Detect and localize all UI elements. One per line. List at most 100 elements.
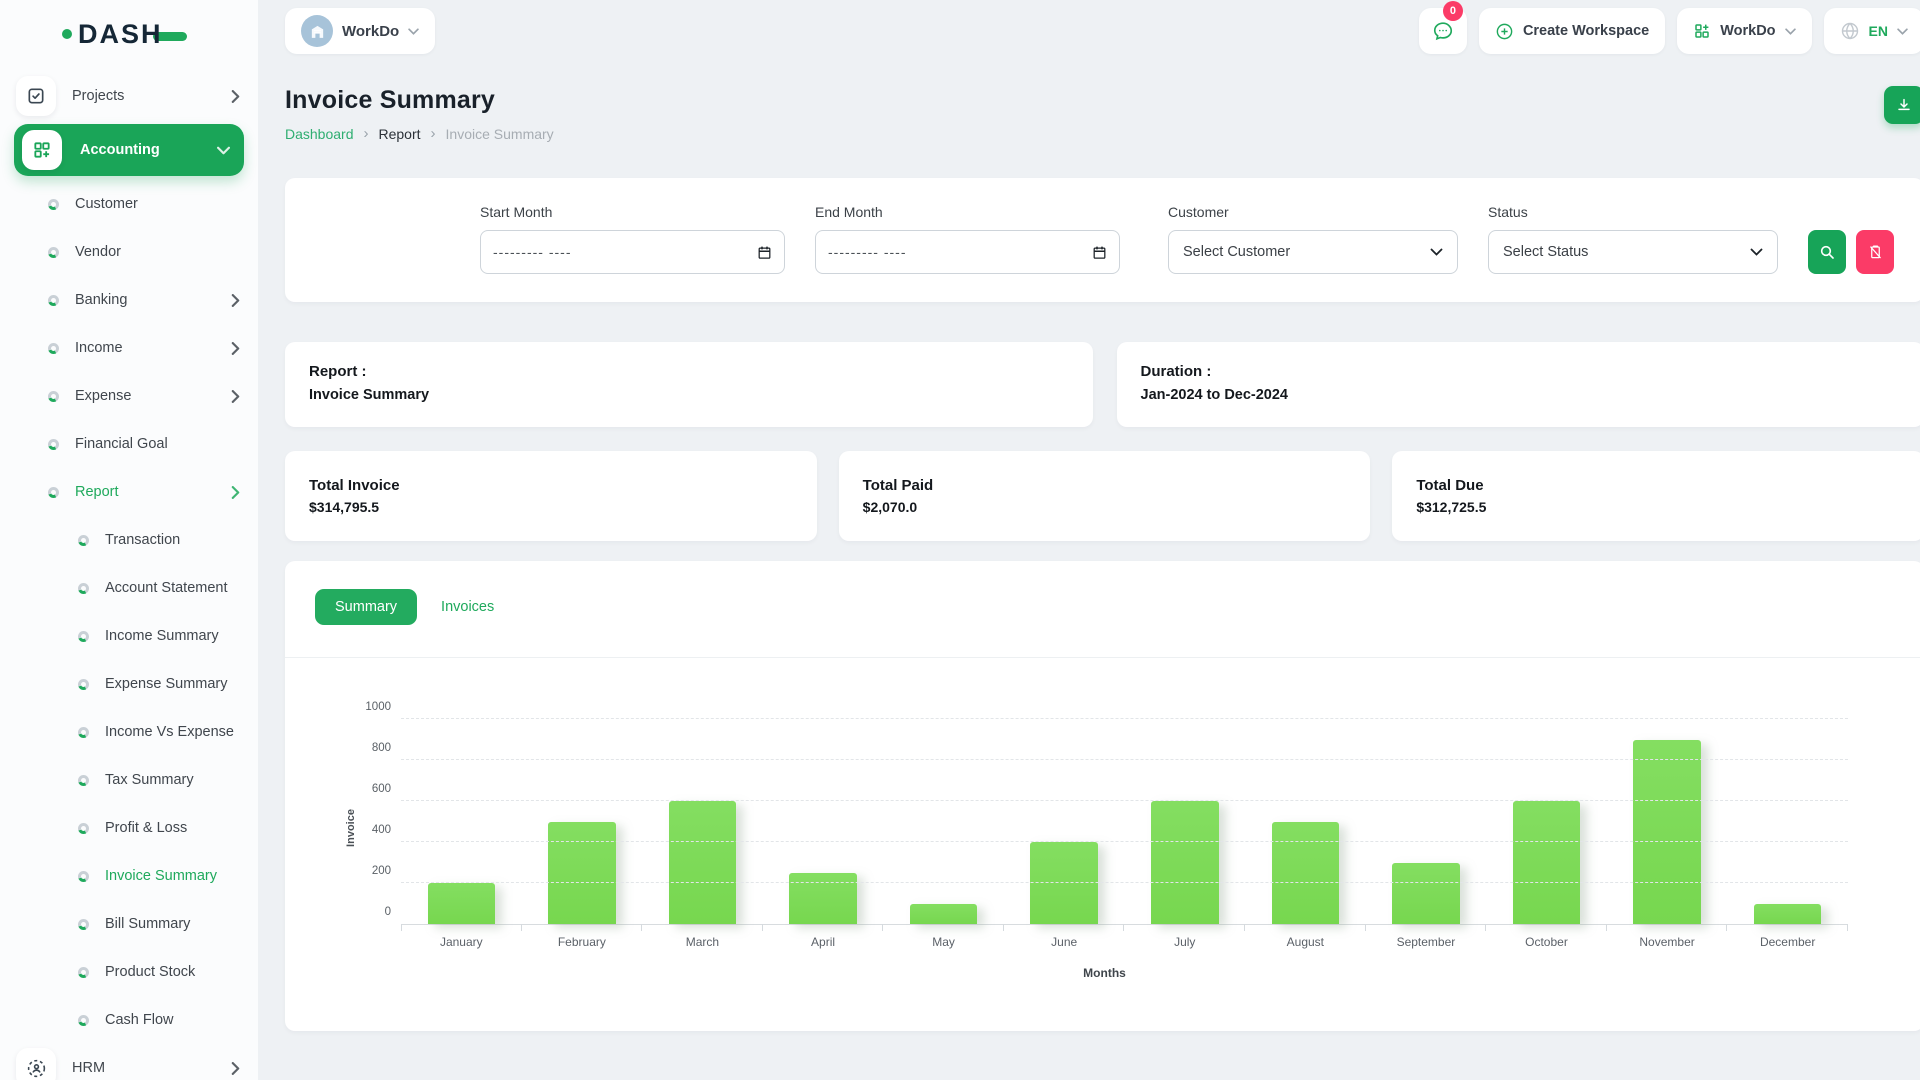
sidebar-item-product-stock[interactable]: Product Stock bbox=[0, 948, 258, 996]
chevron-right-icon bbox=[231, 1062, 240, 1075]
sidebar-item-account-statement[interactable]: Account Statement bbox=[0, 564, 258, 612]
reset-filter-button[interactable] bbox=[1856, 230, 1894, 274]
bar-october[interactable] bbox=[1513, 801, 1581, 924]
workspace-selector[interactable]: WorkDo bbox=[285, 8, 435, 54]
sidebar-item-income-vs-expense[interactable]: Income Vs Expense bbox=[0, 708, 258, 756]
sidebar-item-cash-flow[interactable]: Cash Flow bbox=[0, 996, 258, 1044]
duration-card: Duration : Jan-2024 to Dec-2024 bbox=[1117, 342, 1920, 427]
chevron-down-icon bbox=[1897, 28, 1908, 35]
sidebar-item-banking[interactable]: Banking bbox=[0, 276, 258, 324]
notification-badge: 0 bbox=[1443, 1, 1463, 21]
sidebar: DASH ProjectsAccountingCustomerVendorBan… bbox=[0, 0, 258, 1080]
end-month-field: End Month --------- ---- bbox=[815, 204, 1120, 274]
bullet-icon bbox=[48, 391, 59, 402]
topbar: WorkDo 0 Create Workspace WorkDo bbox=[285, 8, 1920, 54]
sidebar-item-invoice-summary[interactable]: Invoice Summary bbox=[0, 852, 258, 900]
sidebar-item-transaction[interactable]: Transaction bbox=[0, 516, 258, 564]
bullet-icon bbox=[78, 583, 89, 594]
chart-tabs: Summary Invoices bbox=[315, 589, 1894, 625]
hrm-icon bbox=[16, 1048, 56, 1080]
status-field: Status Select Status bbox=[1488, 204, 1778, 274]
bar-december[interactable] bbox=[1754, 904, 1822, 925]
gridline bbox=[401, 759, 1848, 760]
bar-slot-october bbox=[1486, 720, 1607, 924]
bar-november[interactable] bbox=[1633, 740, 1701, 925]
workdo-menu[interactable]: WorkDo bbox=[1677, 8, 1811, 54]
bar-february[interactable] bbox=[548, 822, 616, 925]
sidebar-item-tax-summary[interactable]: Tax Summary bbox=[0, 756, 258, 804]
bullet-icon bbox=[78, 631, 89, 642]
y-tick-label: 800 bbox=[349, 742, 391, 754]
bullet-icon bbox=[78, 679, 89, 690]
grid-plus-icon bbox=[22, 130, 62, 170]
sidebar-item-label: HRM bbox=[72, 1060, 105, 1076]
calendar-icon[interactable] bbox=[1092, 245, 1107, 260]
start-month-input[interactable]: --------- ---- bbox=[480, 230, 785, 274]
language-selector[interactable]: EN bbox=[1824, 8, 1920, 54]
bar-september[interactable] bbox=[1392, 863, 1460, 925]
status-select[interactable]: Select Status bbox=[1488, 230, 1778, 274]
chevron-right-icon bbox=[231, 390, 240, 403]
chevron-right-icon bbox=[231, 486, 240, 499]
invoice-bar-chart: Invoice 02004006008001000 bbox=[401, 720, 1848, 925]
sidebar-item-label: Report bbox=[75, 484, 119, 500]
sidebar-item-accounting[interactable]: Accounting bbox=[14, 124, 244, 176]
chevron-right-icon bbox=[231, 294, 240, 307]
sidebar-item-label: Account Statement bbox=[105, 580, 228, 596]
x-tick-label: April bbox=[763, 935, 884, 949]
bullet-icon bbox=[48, 247, 59, 258]
bar-july[interactable] bbox=[1151, 801, 1219, 924]
duration-label: Duration : bbox=[1141, 363, 1901, 380]
x-tick-label: May bbox=[883, 935, 1004, 949]
bar-april[interactable] bbox=[789, 873, 857, 924]
create-workspace-label: Create Workspace bbox=[1523, 23, 1649, 39]
bar-may[interactable] bbox=[910, 904, 978, 925]
sidebar-item-projects[interactable]: Projects bbox=[0, 72, 258, 120]
divider bbox=[285, 657, 1920, 658]
apply-filter-button[interactable] bbox=[1808, 230, 1846, 274]
sidebar-item-income-summary[interactable]: Income Summary bbox=[0, 612, 258, 660]
tab-invoices[interactable]: Invoices bbox=[427, 589, 508, 625]
sidebar-item-vendor[interactable]: Vendor bbox=[0, 228, 258, 276]
chevron-down-icon bbox=[1785, 28, 1796, 35]
tab-summary[interactable]: Summary bbox=[315, 589, 417, 625]
breadcrumb-current: Invoice Summary bbox=[446, 126, 554, 142]
x-tick-label: July bbox=[1124, 935, 1245, 949]
sidebar-item-profit-loss[interactable]: Profit & Loss bbox=[0, 804, 258, 852]
sidebar-item-hrm[interactable]: HRM bbox=[0, 1044, 258, 1080]
sidebar-item-income[interactable]: Income bbox=[0, 324, 258, 372]
chevron-down-icon bbox=[1430, 248, 1443, 256]
sidebar-item-expense[interactable]: Expense bbox=[0, 372, 258, 420]
building-icon bbox=[309, 23, 326, 40]
bar-august[interactable] bbox=[1272, 822, 1340, 925]
bar-slot-march bbox=[642, 720, 763, 924]
bar-january[interactable] bbox=[428, 883, 496, 924]
stats-row: Total Invoice $314,795.5 Total Paid $2,0… bbox=[285, 451, 1920, 541]
sidebar-item-report[interactable]: Report bbox=[0, 468, 258, 516]
sidebar-item-label: Financial Goal bbox=[75, 436, 168, 452]
bar-slot-april bbox=[763, 720, 884, 924]
end-month-input[interactable]: --------- ---- bbox=[815, 230, 1120, 274]
globe-icon bbox=[1840, 21, 1860, 41]
filter-panel: Start Month --------- ---- End Month ---… bbox=[285, 178, 1920, 302]
dash-logo[interactable]: DASH bbox=[0, 14, 258, 54]
bar-june[interactable] bbox=[1030, 842, 1098, 924]
sidebar-item-label: Income Vs Expense bbox=[105, 724, 234, 740]
create-workspace-button[interactable]: Create Workspace bbox=[1479, 8, 1665, 54]
checkbox-icon bbox=[16, 76, 56, 116]
notifications-button[interactable]: 0 bbox=[1419, 8, 1467, 54]
customer-select[interactable]: Select Customer bbox=[1168, 230, 1458, 274]
workdo-menu-label: WorkDo bbox=[1720, 23, 1775, 39]
bar-slot-august bbox=[1245, 720, 1366, 924]
sidebar-item-expense-summary[interactable]: Expense Summary bbox=[0, 660, 258, 708]
breadcrumb-dashboard[interactable]: Dashboard bbox=[285, 126, 354, 142]
sidebar-item-financial-goal[interactable]: Financial Goal bbox=[0, 420, 258, 468]
download-report-button[interactable] bbox=[1884, 86, 1920, 124]
calendar-icon[interactable] bbox=[757, 245, 772, 260]
sidebar-item-bill-summary[interactable]: Bill Summary bbox=[0, 900, 258, 948]
breadcrumb-report[interactable]: Report bbox=[379, 126, 421, 142]
bar-slot-february bbox=[522, 720, 643, 924]
total-invoice-card: Total Invoice $314,795.5 bbox=[285, 451, 817, 541]
bar-march[interactable] bbox=[669, 801, 737, 924]
sidebar-item-customer[interactable]: Customer bbox=[0, 180, 258, 228]
